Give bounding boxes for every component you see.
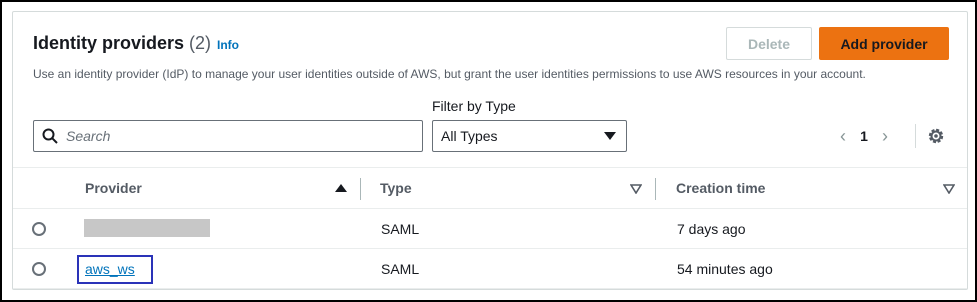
- search-placeholder: Search: [66, 128, 111, 144]
- sort-icon[interactable]: [943, 184, 955, 194]
- provider-type: SAML: [381, 261, 420, 277]
- table-header: Provider Type Creation time: [13, 167, 967, 209]
- search-input[interactable]: Search: [33, 120, 423, 152]
- sort-ascending-icon[interactable]: [335, 184, 347, 192]
- caret-down-icon: [604, 132, 616, 140]
- column-divider[interactable]: [655, 178, 656, 200]
- screenshot-frame: Identity providers (2) Info Use an ident…: [0, 0, 977, 302]
- column-header-type[interactable]: Type: [380, 168, 412, 208]
- table-row[interactable]: aws_ws SAML 54 minutes ago: [13, 249, 967, 289]
- provider-type: SAML: [381, 221, 420, 237]
- filter-by-type-label: Filter by Type: [432, 98, 516, 114]
- pagination-divider: [915, 124, 916, 148]
- type-filter-select[interactable]: All Types: [432, 120, 627, 152]
- column-divider[interactable]: [360, 178, 361, 200]
- redacted-provider-name: [84, 219, 210, 237]
- gear-icon[interactable]: [926, 126, 946, 146]
- delete-button[interactable]: Delete: [726, 27, 812, 60]
- search-icon: [42, 128, 58, 144]
- creation-time: 54 minutes ago: [677, 261, 773, 277]
- table-row[interactable]: SAML 7 days ago: [13, 209, 967, 249]
- page-title: Identity providers (2): [33, 33, 211, 54]
- row-radio[interactable]: [32, 222, 46, 236]
- provider-count: (2): [189, 33, 212, 53]
- chevron-right-icon[interactable]: ›: [875, 126, 895, 147]
- creation-time: 7 days ago: [677, 221, 746, 237]
- chevron-left-icon[interactable]: ‹: [833, 126, 853, 147]
- row-radio[interactable]: [32, 262, 46, 276]
- sort-icon[interactable]: [630, 184, 642, 194]
- column-header-creation-time[interactable]: Creation time: [676, 168, 765, 208]
- add-provider-button[interactable]: Add provider: [819, 27, 949, 60]
- pagination: ‹ 1 ›: [833, 124, 895, 148]
- provider-link[interactable]: aws_ws: [85, 261, 135, 277]
- column-header-provider[interactable]: Provider: [85, 168, 142, 208]
- identity-providers-panel: Identity providers (2) Info Use an ident…: [12, 11, 968, 290]
- type-filter-value: All Types: [441, 128, 498, 144]
- info-link[interactable]: Info: [217, 38, 239, 52]
- current-page[interactable]: 1: [853, 128, 875, 144]
- page-description: Use an identity provider (IdP) to manage…: [33, 67, 866, 81]
- page-title-text: Identity providers: [33, 33, 185, 53]
